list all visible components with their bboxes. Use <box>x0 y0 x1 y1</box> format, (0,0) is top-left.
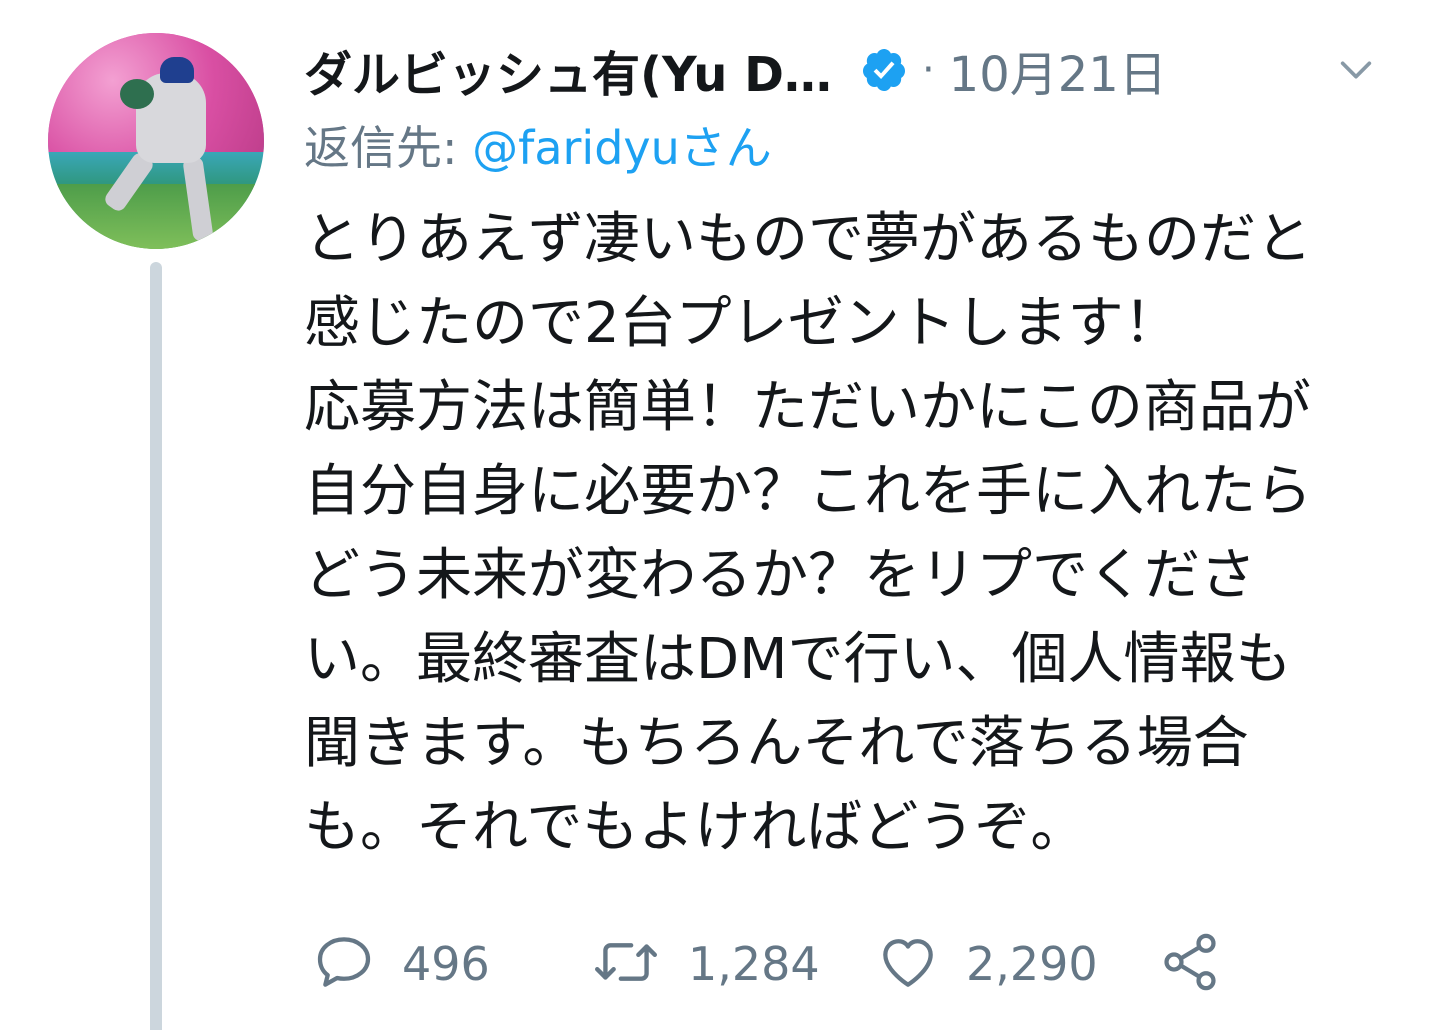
avatar-figure-cap <box>160 57 194 83</box>
avatar[interactable] <box>48 33 264 249</box>
tweet-text-line: 自分自身に必要か？これを手に入れたら <box>304 459 1312 524</box>
retweet-icon <box>590 930 662 998</box>
avatar-figure-glove <box>120 79 154 109</box>
like-button[interactable]: 2,290 <box>876 928 1098 1000</box>
share-button[interactable] <box>1158 928 1222 1000</box>
tweet-header: ダルビッシュ有(Yu D… · 10月21日 <box>304 30 1414 110</box>
tweet-text-line: も。それでもよければどうぞ。 <box>304 795 1087 860</box>
retweet-button[interactable]: 1,284 <box>590 928 820 1000</box>
reply-icon <box>312 930 376 998</box>
tweet-text: とりあえず凄いもので夢があるものだと 感じたので2台プレゼントします！ 応募方法… <box>304 198 1414 870</box>
retweet-count: 1,284 <box>688 937 820 991</box>
heart-icon <box>876 930 940 998</box>
tweet-text-line: 応募方法は簡単！ただいかにこの商品が <box>304 375 1311 440</box>
share-icon <box>1158 930 1222 998</box>
reply-mention-link[interactable]: @faridyuさん <box>472 121 772 175</box>
reply-context: 返信先: @faridyuさん <box>304 112 772 178</box>
verified-badge-icon <box>858 44 910 96</box>
reply-button[interactable]: 496 <box>312 928 490 1000</box>
avatar-field <box>48 184 264 249</box>
separator-dot: · <box>921 47 935 93</box>
tweet-text-line: 感じたので2台プレゼントします！ <box>304 291 1180 356</box>
tweet-text-line: とりあえず凄いもので夢があるものだと <box>304 207 1312 272</box>
thread-line <box>150 262 162 1030</box>
reply-prefix: 返信先: <box>304 121 473 175</box>
tweet-detail: ダルビッシュ有(Yu D… · 10月21日 返信先: @faridyuさん と… <box>0 0 1440 1030</box>
tweet-date[interactable]: 10月21日 <box>949 35 1167 105</box>
display-name[interactable]: ダルビッシュ有(Yu D… <box>304 35 832 105</box>
chevron-down-icon[interactable] <box>1334 48 1378 92</box>
tweet-text-line: い。最終審査はDMで行い、個人情報も <box>304 627 1292 692</box>
tweet-text-line: どう未来が変わるか？をリプでくださ <box>304 543 1256 608</box>
tweet-actions: 496 1,284 2,290 <box>312 928 1272 1000</box>
reply-count: 496 <box>402 937 490 991</box>
tweet-text-line: 聞きます。もちろんそれで落ちる場合 <box>304 711 1249 776</box>
like-count: 2,290 <box>966 937 1098 991</box>
